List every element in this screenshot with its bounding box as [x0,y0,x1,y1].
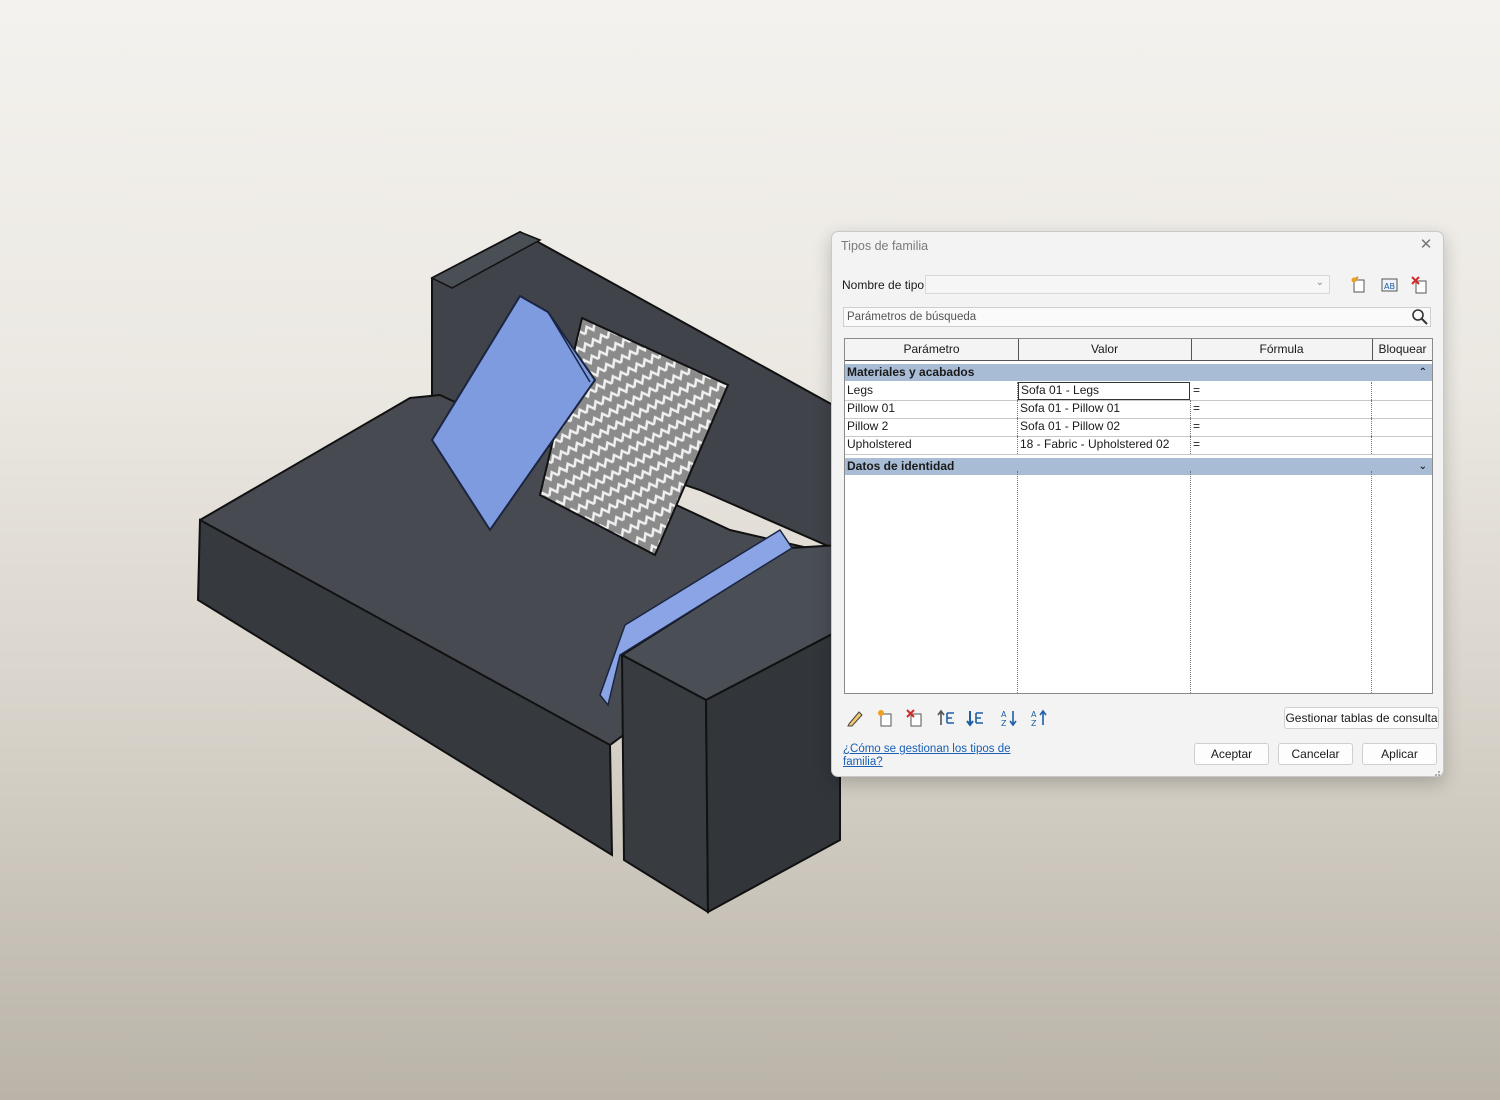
lock-cell[interactable] [1372,418,1432,436]
parameter-cell: Pillow 01 [845,400,1018,418]
svg-text:A: A [1001,710,1007,719]
table-row[interactable]: Pillow 01 Sofa 01 - Pillow 01 = [845,400,1432,419]
table-row[interactable]: Pillow 2 Sofa 01 - Pillow 02 = [845,418,1432,437]
column-divider [1190,471,1191,693]
dialog-title: Tipos de familia [841,239,929,253]
search-placeholder: Parámetros de búsqueda [847,311,977,323]
rename-type-icon[interactable]: AB [1380,276,1400,294]
group-label: Datos de identidad [847,459,955,473]
column-divider [1017,471,1018,693]
column-header-parameter[interactable]: Parámetro [845,339,1019,360]
delete-type-icon[interactable] [1410,276,1430,294]
column-header-value[interactable]: Valor [1018,339,1192,360]
formula-cell[interactable]: = [1191,382,1372,400]
family-types-dialog: Tipos de familia ✕ Nombre de tipo: ⌄ AB … [831,231,1444,777]
column-divider [1371,471,1372,693]
lock-cell[interactable] [1372,436,1432,454]
value-cell[interactable]: Sofa 01 - Pillow 01 [1018,400,1191,418]
value-cell[interactable]: Sofa 01 - Pillow 02 [1018,418,1191,436]
formula-cell[interactable]: = [1191,418,1372,436]
collapse-icon[interactable]: ⌃ [1419,364,1427,381]
move-up-icon[interactable] [936,708,956,728]
resize-grip-icon[interactable] [1433,766,1441,776]
group-label: Materiales y acabados [847,365,975,379]
search-input[interactable]: Parámetros de búsqueda [843,307,1431,327]
table-row[interactable]: Upholstered 18 - Fabric - Upholstered 02… [845,436,1432,455]
type-name-dropdown[interactable]: ⌄ [925,275,1330,294]
svg-text:A: A [1031,710,1037,719]
formula-cell[interactable]: = [1191,400,1372,418]
svg-text:AB: AB [1384,282,1395,291]
table-row[interactable]: Legs Sofa 01 - Legs = [845,382,1432,401]
search-icon[interactable] [1411,308,1429,326]
sort-descending-icon[interactable]: AZ [1029,708,1049,728]
value-cell[interactable]: 18 - Fabric - Upholstered 02 [1018,436,1191,454]
formula-cell[interactable]: = [1191,436,1372,454]
delete-parameter-icon[interactable] [905,708,925,728]
grid-header: Parámetro Valor Fórmula Bloquear [845,339,1432,361]
edit-parameter-icon[interactable] [845,708,865,728]
value-cell[interactable]: Sofa 01 - Legs [1018,382,1190,400]
parameter-cell: Pillow 2 [845,418,1018,436]
parameter-cell: Legs [845,382,1018,400]
sort-ascending-icon[interactable]: AZ [999,708,1019,728]
close-icon[interactable]: ✕ [1417,236,1435,254]
manage-lookup-tables-button[interactable]: Gestionar tablas de consulta [1284,707,1439,729]
parameters-grid[interactable]: Parámetro Valor Fórmula Bloquear Materia… [844,338,1433,694]
parameter-cell: Upholstered [845,436,1018,454]
cancel-button[interactable]: Cancelar [1278,743,1353,765]
lock-cell[interactable] [1372,400,1432,418]
sofa-arm-front [620,653,710,914]
new-parameter-icon[interactable] [875,708,895,728]
lock-cell[interactable] [1372,382,1432,400]
move-down-icon[interactable] [965,708,985,728]
group-identity[interactable]: Datos de identidad ⌄ [845,458,1432,475]
apply-button[interactable]: Aplicar [1362,743,1437,765]
chevron-down-icon: ⌄ [1315,277,1324,288]
svg-text:Z: Z [1001,719,1007,728]
column-header-lock[interactable]: Bloquear [1372,339,1432,360]
svg-text:Z: Z [1031,719,1037,728]
column-header-formula[interactable]: Fórmula [1191,339,1373,360]
ok-button[interactable]: Aceptar [1194,743,1269,765]
type-name-label: Nombre de tipo: [842,278,928,292]
expand-icon[interactable]: ⌄ [1419,458,1427,475]
group-materials[interactable]: Materiales y acabados ⌃ [845,364,1432,381]
new-type-icon[interactable] [1349,276,1369,294]
help-link[interactable]: ¿Cómo se gestionan los tipos de familia? [843,743,1013,769]
